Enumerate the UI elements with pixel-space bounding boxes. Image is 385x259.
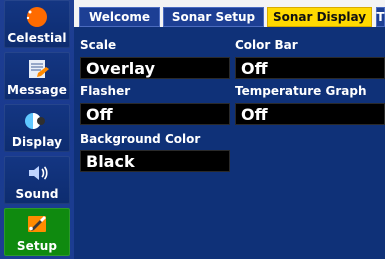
settings-panel: Scale Overlay Color Bar Off Flasher Off … <box>74 27 385 259</box>
sonar-display-settings-screen: Celestial Message Display Sound Setup We… <box>0 0 385 259</box>
sidebar-label-sound: Sound <box>15 187 59 201</box>
sidebar: Celestial Message Display Sound Setup <box>0 0 74 259</box>
setup-icon <box>21 212 53 238</box>
tab-sonar-display[interactable]: Sonar Display <box>267 7 372 27</box>
tab-sonar-setup[interactable]: Sonar Setup <box>163 7 264 27</box>
color-bar-label: Color Bar <box>235 38 298 52</box>
tab-bar: Welcome Sonar Setup Sonar Display T <box>79 7 385 27</box>
flasher-value-field[interactable]: Off <box>80 103 230 125</box>
sidebar-label-display: Display <box>11 135 63 149</box>
color-bar-value-field[interactable]: Off <box>235 57 385 79</box>
sound-icon <box>21 160 53 186</box>
celestial-icon <box>21 4 53 30</box>
tab-partial[interactable]: T <box>376 7 385 27</box>
message-icon <box>21 56 53 82</box>
sidebar-item-celestial[interactable]: Celestial <box>4 0 70 48</box>
sidebar-item-setup[interactable]: Setup <box>4 208 70 256</box>
sidebar-item-sound[interactable]: Sound <box>4 156 70 204</box>
sidebar-item-message[interactable]: Message <box>4 52 70 100</box>
temperature-graph-value-field[interactable]: Off <box>235 103 385 125</box>
scale-value-field[interactable]: Overlay <box>80 57 230 79</box>
background-color-value-field[interactable]: Black <box>80 150 230 172</box>
sidebar-item-display[interactable]: Display <box>4 104 70 152</box>
scale-label: Scale <box>80 38 117 52</box>
display-icon <box>21 108 53 134</box>
background-color-label: Background Color <box>80 132 201 146</box>
flasher-label: Flasher <box>80 84 131 98</box>
sidebar-label-celestial: Celestial <box>7 31 67 45</box>
sidebar-label-setup: Setup <box>16 239 58 253</box>
tab-welcome[interactable]: Welcome <box>79 7 160 27</box>
temperature-graph-label: Temperature Graph <box>235 84 367 98</box>
sidebar-label-message: Message <box>7 83 67 97</box>
